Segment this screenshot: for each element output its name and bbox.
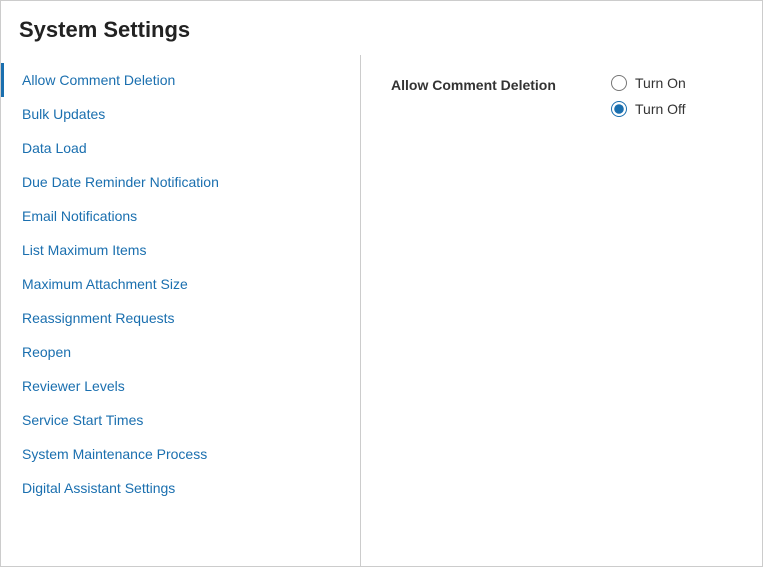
radio-option-turn-on[interactable]: Turn On [611, 75, 686, 91]
radio-turn-off[interactable] [611, 101, 627, 117]
radio-turn-on[interactable] [611, 75, 627, 91]
sidebar-item-reassignment-requests[interactable]: Reassignment Requests [1, 301, 360, 335]
setting-row: Allow Comment Deletion Turn On Turn Off [391, 75, 732, 117]
sidebar-item-data-load[interactable]: Data Load [1, 131, 360, 165]
detail-setting-label: Allow Comment Deletion [391, 75, 591, 93]
sidebar-item-reviewer-levels[interactable]: Reviewer Levels [1, 369, 360, 403]
sidebar: Allow Comment DeletionBulk UpdatesData L… [1, 55, 361, 566]
sidebar-item-email-notifications[interactable]: Email Notifications [1, 199, 360, 233]
sidebar-item-service-start-times[interactable]: Service Start Times [1, 403, 360, 437]
detail-panel: Allow Comment Deletion Turn On Turn Off [361, 55, 762, 566]
radio-option-turn-off[interactable]: Turn Off [611, 101, 686, 117]
sidebar-item-system-maintenance-process[interactable]: System Maintenance Process [1, 437, 360, 471]
page-title: System Settings [1, 1, 762, 55]
sidebar-item-list-maximum-items[interactable]: List Maximum Items [1, 233, 360, 267]
sidebar-item-reopen[interactable]: Reopen [1, 335, 360, 369]
page-container: System Settings Allow Comment DeletionBu… [0, 0, 763, 567]
main-content: Allow Comment DeletionBulk UpdatesData L… [1, 55, 762, 566]
radio-turn-on-label[interactable]: Turn On [635, 75, 686, 91]
sidebar-item-maximum-attachment-size[interactable]: Maximum Attachment Size [1, 267, 360, 301]
sidebar-item-allow-comment-deletion[interactable]: Allow Comment Deletion [1, 63, 360, 97]
sidebar-item-bulk-updates[interactable]: Bulk Updates [1, 97, 360, 131]
sidebar-item-due-date-reminder-notification[interactable]: Due Date Reminder Notification [1, 165, 360, 199]
radio-group: Turn On Turn Off [611, 75, 686, 117]
sidebar-item-digital-assistant-settings[interactable]: Digital Assistant Settings [1, 471, 360, 505]
radio-turn-off-label[interactable]: Turn Off [635, 101, 686, 117]
